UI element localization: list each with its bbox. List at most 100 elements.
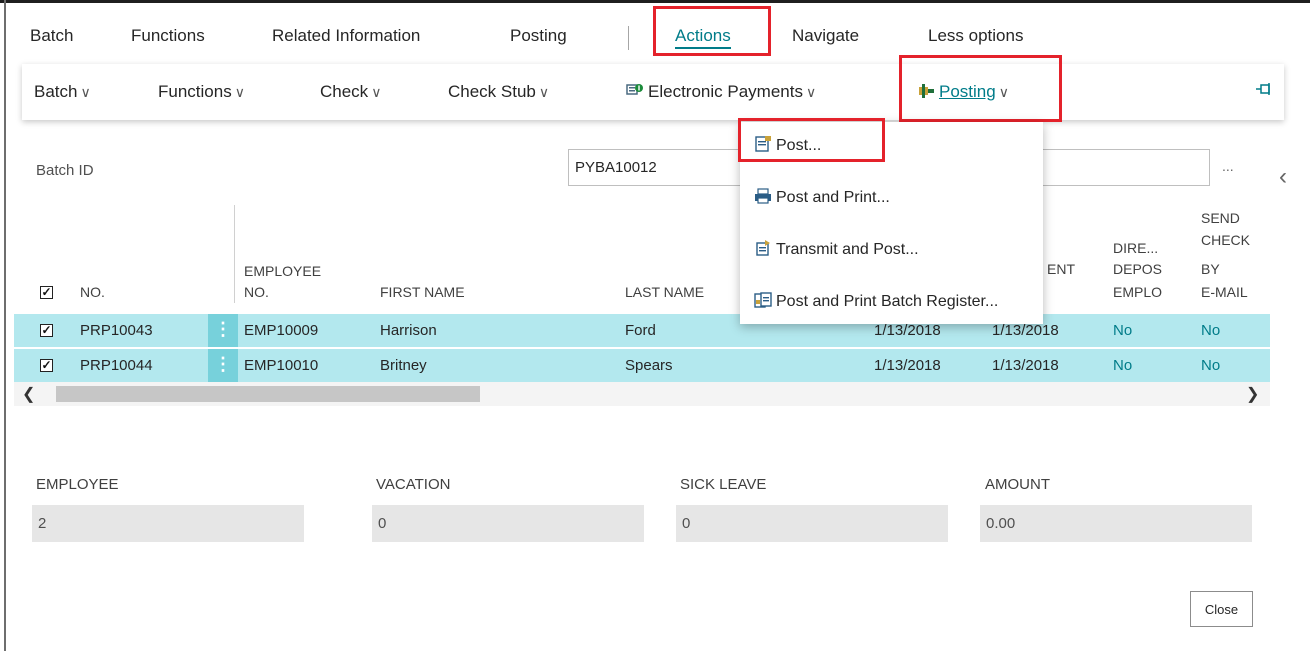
col-header-first-name[interactable]: FIRST NAME xyxy=(380,282,465,303)
col-header-direct-deposit-line3[interactable]: EMPLO xyxy=(1113,282,1162,303)
col-header-send-check-line1[interactable]: SEND xyxy=(1201,208,1240,229)
chevron-down-icon: ∨ xyxy=(805,84,817,100)
window-left-border xyxy=(4,0,6,651)
horizontal-scrollbar[interactable]: ❮ ❯ xyxy=(14,382,1270,406)
menu-posting[interactable]: Posting ∨ xyxy=(917,82,1009,102)
cell-employee-no[interactable]: EMP10010 xyxy=(244,357,318,374)
row-actions-icon[interactable]: ⋮ xyxy=(208,314,238,347)
action-tab-actions-label: Actions xyxy=(675,26,731,49)
col-header-send-check-line3[interactable]: BY xyxy=(1201,259,1220,280)
cell-send-check[interactable]: No xyxy=(1201,357,1220,374)
electronic-payments-icon xyxy=(626,83,644,99)
menu-item-post[interactable]: Post... xyxy=(754,136,821,155)
menu-posting-label: Posting xyxy=(939,82,996,101)
total-sick-leave-field: 0 xyxy=(676,505,948,542)
menu-check-stub[interactable]: Check Stub ∨ xyxy=(448,82,549,102)
menu-item-transmit-and-post-label: Transmit and Post... xyxy=(776,241,919,258)
pin-icon[interactable] xyxy=(1255,82,1273,101)
menu-batch-label: Batch xyxy=(34,82,78,101)
col-header-send-check-line4[interactable]: E-MAIL xyxy=(1201,282,1248,303)
sub-toolbar: Batch ∨ Functions ∨ Check ∨ Check Stub ∨ Ele… xyxy=(22,64,1284,120)
cell-no[interactable]: PRP10043 xyxy=(80,322,153,339)
menu-item-post-and-print[interactable]: Post and Print... xyxy=(754,188,890,207)
menu-check-stub-label: Check Stub xyxy=(448,82,536,101)
menu-check-label: Check xyxy=(320,82,369,101)
chevron-down-icon: ∨ xyxy=(998,84,1009,100)
total-employee-field: 2 xyxy=(32,505,304,542)
transmit-icon xyxy=(754,240,772,256)
action-tab-related-information[interactable]: Related Information xyxy=(272,26,420,46)
scroll-left-icon[interactable]: ❮ xyxy=(22,384,35,404)
menu-item-post-and-print-batch-register-label: Post and Print Batch Register... xyxy=(776,293,999,310)
window-top-border xyxy=(0,0,1310,3)
menu-item-post-label: Post... xyxy=(776,137,822,154)
table-row[interactable]: ✓ PRP10044 ⋮ EMP10010 Britney Spears 1/1… xyxy=(14,349,1270,382)
cell-first-name[interactable]: Harrison xyxy=(380,322,437,339)
total-amount-field: 0.00 xyxy=(980,505,1252,542)
batch-id-label: Batch ID xyxy=(36,162,94,179)
action-tab-actions[interactable]: Actions xyxy=(675,26,731,49)
cell-date-1[interactable]: 1/13/2018 xyxy=(874,357,941,374)
menu-check[interactable]: Check ∨ xyxy=(320,82,381,102)
chevron-down-icon: ∨ xyxy=(538,84,550,100)
posting-dropdown-menu: Post... Post and Print... Transmit and P… xyxy=(740,122,1043,324)
col-header-employee-no-line1[interactable]: EMPLOYEE xyxy=(244,261,321,282)
row-actions-icon[interactable]: ⋮ xyxy=(208,349,238,382)
col-header-send-check-line2[interactable]: CHECK xyxy=(1201,230,1250,251)
col-header-direct-deposit-line2[interactable]: DEPOS xyxy=(1113,259,1162,280)
select-all-checkbox[interactable]: ✓ xyxy=(40,286,53,299)
action-tab-batch[interactable]: Batch xyxy=(30,26,73,46)
col-header-direct-deposit-line1[interactable]: DIRE... xyxy=(1113,238,1158,259)
chevron-down-icon: ∨ xyxy=(80,84,91,100)
row-checkbox[interactable]: ✓ xyxy=(40,324,53,337)
menu-functions[interactable]: Functions ∨ xyxy=(158,82,245,102)
menu-functions-label: Functions xyxy=(158,82,232,101)
cell-last-name[interactable]: Ford xyxy=(625,322,656,339)
col-header-employee-no-line2[interactable]: NO. xyxy=(244,282,269,303)
cell-no[interactable]: PRP10044 xyxy=(80,357,153,374)
action-tab-functions[interactable]: Functions xyxy=(131,26,205,46)
col-header-ent[interactable]: ENT xyxy=(1047,259,1075,280)
col-header-no[interactable]: NO. xyxy=(80,282,105,303)
chevron-down-icon: ∨ xyxy=(371,84,382,100)
chevron-left-icon[interactable]: ‹ xyxy=(1279,163,1287,191)
cell-direct-deposit[interactable]: No xyxy=(1113,322,1132,339)
cell-date-1[interactable]: 1/13/2018 xyxy=(874,322,941,339)
table-row[interactable]: ✓ PRP10043 ⋮ EMP10009 Harrison Ford 1/13… xyxy=(14,314,1270,347)
row-checkbox[interactable]: ✓ xyxy=(40,359,53,372)
action-tab-less-options[interactable]: Less options xyxy=(928,26,1023,46)
menu-electronic-payments[interactable]: Electronic Payments ∨ xyxy=(626,82,816,102)
col-header-last-name[interactable]: LAST NAME xyxy=(625,282,704,303)
grid-column-divider xyxy=(234,205,235,303)
cell-date-2[interactable]: 1/13/2018 xyxy=(992,322,1059,339)
cell-date-2[interactable]: 1/13/2018 xyxy=(992,357,1059,374)
print-icon xyxy=(754,188,772,204)
menu-item-post-and-print-label: Post and Print... xyxy=(776,189,890,206)
action-tab-navigate[interactable]: Navigate xyxy=(792,26,859,46)
action-bar-separator xyxy=(628,26,629,50)
menu-item-transmit-and-post[interactable]: Transmit and Post... xyxy=(754,240,919,259)
batch-lookup-button[interactable]: ... xyxy=(1222,158,1234,174)
posting-icon xyxy=(917,83,935,99)
menu-electronic-payments-label: Electronic Payments xyxy=(648,82,803,101)
cell-send-check[interactable]: No xyxy=(1201,322,1220,339)
menu-batch[interactable]: Batch ∨ xyxy=(34,82,91,102)
post-icon xyxy=(754,136,772,152)
action-bar: Batch Functions Related Information Post… xyxy=(0,8,1310,62)
cell-last-name[interactable]: Spears xyxy=(625,357,673,374)
menu-item-post-and-print-batch-register[interactable]: Post and Print Batch Register... xyxy=(754,292,998,311)
cell-first-name[interactable]: Britney xyxy=(380,357,427,374)
cell-direct-deposit[interactable]: No xyxy=(1113,357,1132,374)
scroll-right-icon[interactable]: ❯ xyxy=(1246,384,1259,404)
total-amount-label: AMOUNT xyxy=(985,476,1050,493)
chevron-down-icon: ∨ xyxy=(234,84,245,100)
action-tab-posting[interactable]: Posting xyxy=(510,26,567,46)
cell-employee-no[interactable]: EMP10009 xyxy=(244,322,318,339)
scrollbar-thumb[interactable] xyxy=(56,386,480,402)
close-button[interactable]: Close xyxy=(1190,591,1253,627)
total-sick-leave-label: SICK LEAVE xyxy=(680,476,767,493)
total-employee-label: EMPLOYEE xyxy=(36,476,119,493)
total-vacation-field: 0 xyxy=(372,505,644,542)
batch-register-icon xyxy=(754,292,772,308)
total-vacation-label: VACATION xyxy=(376,476,451,493)
